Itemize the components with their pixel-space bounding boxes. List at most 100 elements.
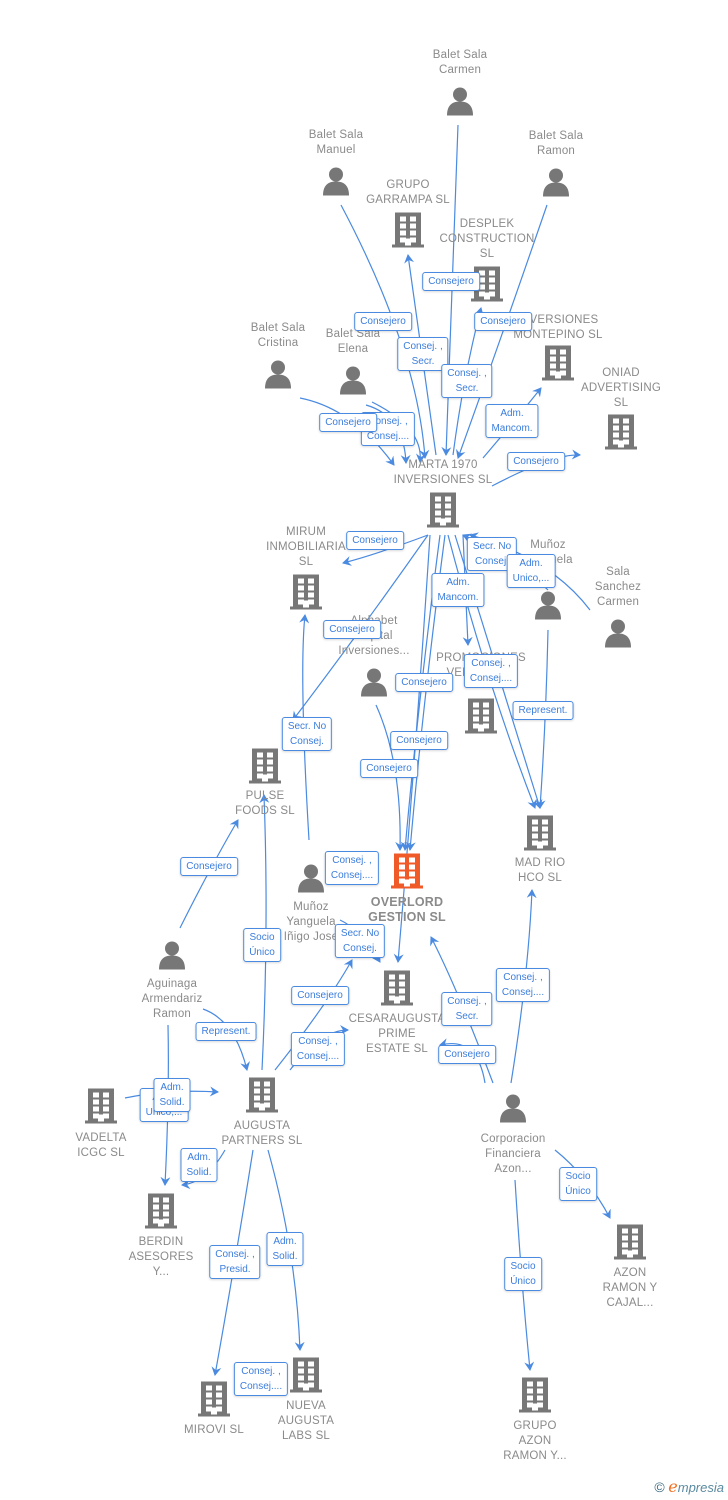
- edge-role-label[interactable]: Consej. , Consej....: [463, 654, 519, 688]
- node-label-balet-sala-cristina[interactable]: Balet Sala Cristina: [251, 321, 305, 351]
- person-icon[interactable]: [321, 166, 351, 201]
- building-icon[interactable]: [524, 814, 556, 857]
- building-icon[interactable]: [605, 413, 637, 456]
- person-icon[interactable]: [359, 667, 389, 702]
- building-icon[interactable]: [249, 747, 281, 790]
- edge-role-label[interactable]: Consej. , Consej....: [324, 851, 380, 885]
- building-icon[interactable]: [391, 852, 423, 895]
- edge-role-label[interactable]: Consej. , Consej....: [233, 1362, 289, 1396]
- node-label-corporacion-financiera-azon[interactable]: Corporacion Financiera Azon...: [481, 1132, 546, 1177]
- node-label-line: MIRUM: [286, 526, 326, 538]
- building-icon[interactable]: [614, 1223, 646, 1266]
- node-label-nueva-augusta-labs-sl[interactable]: NUEVA AUGUSTA LABS SL: [278, 1399, 334, 1444]
- person-icon[interactable]: [338, 365, 368, 400]
- edge-role-text: Consej. ,: [298, 1036, 338, 1047]
- edge-role-label[interactable]: Consejero: [319, 413, 377, 432]
- person-icon[interactable]: [157, 940, 187, 975]
- building-icon[interactable]: [465, 697, 497, 740]
- edge-role-label[interactable]: Consej. , Consej....: [495, 968, 551, 1002]
- node-label-marta-1970-inversiones-sl[interactable]: MARTA 1970 INVERSIONES SL: [394, 458, 493, 488]
- person-icon[interactable]: [533, 590, 563, 625]
- node-label-aguinaga-armendariz-ramon[interactable]: Aguinaga Armendariz Ramon: [142, 977, 203, 1022]
- edge-role-text: Secr. No: [287, 721, 327, 732]
- edge-role-text: Consejero: [428, 276, 474, 287]
- edge-role-label[interactable]: Consejero: [422, 272, 480, 291]
- node-label-balet-sala-ramon[interactable]: Balet Sala Ramon: [529, 129, 583, 159]
- edge-role-label[interactable]: Consejero: [438, 1045, 496, 1064]
- edge-role-label[interactable]: Consejero: [390, 731, 448, 750]
- building-icon[interactable]: [290, 573, 322, 616]
- edge-role-text: Consej. ,: [503, 972, 543, 983]
- building-icon[interactable]: [392, 211, 424, 254]
- node-label-vadelta-icgc-sl[interactable]: VADELTA ICGC SL: [75, 1131, 126, 1161]
- edge-role-label[interactable]: Consejero: [346, 531, 404, 550]
- person-icon[interactable]: [445, 86, 475, 121]
- node-label-balet-sala-carmen[interactable]: Balet Sala Carmen: [433, 48, 487, 78]
- person-icon[interactable]: [498, 1093, 528, 1128]
- node-label-mirum-inmobiliaria-sl[interactable]: MIRUM INMOBILIARIA SL: [266, 525, 346, 570]
- edge-role-text: Secr.: [455, 1011, 479, 1022]
- building-icon[interactable]: [381, 969, 413, 1012]
- edge-role-label[interactable]: Consejero: [291, 986, 349, 1005]
- edge-role-label[interactable]: Secr. No Consej.: [281, 717, 333, 751]
- edge-role-label[interactable]: Socio Único: [559, 1167, 597, 1201]
- edge-role-text: Secr.: [455, 383, 479, 394]
- edge-role-label[interactable]: Consej. , Presid.: [209, 1245, 261, 1279]
- node-label-augusta-partners-sl[interactable]: AUGUSTA PARTNERS SL: [221, 1119, 302, 1149]
- edge-role-label[interactable]: Consej. , Secr.: [441, 364, 493, 398]
- edge-role-label[interactable]: Adm. Mancom.: [485, 404, 539, 438]
- edge-role-label[interactable]: Adm. Mancom.: [431, 573, 485, 607]
- edge-role-label[interactable]: Adm. Solid.: [153, 1078, 191, 1112]
- edge-role-label[interactable]: Adm. Solid.: [180, 1148, 218, 1182]
- edge-role-label[interactable]: Represent.: [512, 701, 574, 720]
- node-label-line: Elena: [337, 343, 369, 355]
- edge-role-label[interactable]: Consejero: [323, 620, 381, 639]
- edge-role-label[interactable]: Consej. , Secr.: [441, 992, 493, 1026]
- building-icon[interactable]: [145, 1192, 177, 1235]
- node-label-line: HCO SL: [517, 872, 563, 884]
- node-label-oniad-advertising-sl[interactable]: ONIAD ADVERTISING SL: [581, 366, 661, 411]
- building-icon[interactable]: [85, 1087, 117, 1130]
- building-icon[interactable]: [427, 491, 459, 534]
- building-icon[interactable]: [542, 344, 574, 387]
- edge-role-label[interactable]: Consejero: [395, 673, 453, 692]
- edge-role-label[interactable]: Consejero: [354, 312, 412, 331]
- edge-role-label[interactable]: Consejero: [474, 312, 532, 331]
- node-label-overlord-gestion-sl[interactable]: OVERLORD GESTION SL: [368, 895, 446, 925]
- building-icon[interactable]: [290, 1356, 322, 1399]
- node-label-azon-ramon-y-cajal[interactable]: AZON RAMON Y CAJAL...: [603, 1266, 658, 1311]
- node-label-grupo-garrampa-sl[interactable]: GRUPO GARRAMPA SL: [366, 178, 450, 208]
- node-label-mad-rio-hco-sl[interactable]: MAD RIO HCO SL: [515, 856, 566, 886]
- node-label-munoz-yanguela-inigo-jose[interactable]: Muñoz Yanguela Iñigo Jose: [284, 900, 338, 945]
- edge-role-label[interactable]: Adm. Unico,...: [506, 554, 556, 588]
- person-icon[interactable]: [603, 618, 633, 653]
- person-icon[interactable]: [296, 863, 326, 898]
- edge-role-label[interactable]: Socio Único: [504, 1257, 542, 1291]
- node-label-grupo-azon-ramon-y[interactable]: GRUPO AZON RAMON Y...: [503, 1419, 567, 1464]
- edge-role-text: Único: [510, 1276, 536, 1287]
- node-label-berdin-asesores-y[interactable]: BERDIN ASESORES Y...: [129, 1235, 194, 1280]
- person-icon[interactable]: [263, 359, 293, 394]
- edge-role-label[interactable]: Represent.: [195, 1022, 257, 1041]
- edge-role-label[interactable]: Socio Único: [243, 928, 281, 962]
- edge-role-label[interactable]: Consej. , Consej....: [290, 1032, 346, 1066]
- node-label-pulse-foods-sl[interactable]: PULSE FOODS SL: [235, 789, 295, 819]
- node-label-balet-sala-elena[interactable]: Balet Sala Elena: [326, 327, 380, 357]
- building-icon[interactable]: [519, 1376, 551, 1419]
- edge-role-label[interactable]: Consejero: [507, 452, 565, 471]
- building-icon[interactable]: [246, 1076, 278, 1119]
- node-label-balet-sala-manuel[interactable]: Balet Sala Manuel: [309, 128, 363, 158]
- node-label-desplek-construction-sl[interactable]: DESPLEK CONSTRUCTION SL: [439, 217, 534, 262]
- building-icon[interactable]: [198, 1380, 230, 1423]
- edge-role-label[interactable]: Consejero: [360, 759, 418, 778]
- edge-role-label[interactable]: Secr. No Consej.: [334, 924, 386, 958]
- node-label-mirovi-sl[interactable]: MIROVI SL: [184, 1423, 244, 1438]
- edge-role-text: Consej....: [296, 1051, 340, 1062]
- node-label-sala-sanchez-carmen[interactable]: Sala Sanchez Carmen: [595, 565, 641, 610]
- node-label-line: Manuel: [316, 144, 356, 156]
- node-label-line: Balet Sala: [432, 49, 488, 61]
- person-icon[interactable]: [541, 167, 571, 202]
- node-label-cesaraugusta-prime-estate-sl[interactable]: CESARAUGUSTA PRIME ESTATE SL: [349, 1012, 446, 1057]
- edge-role-label[interactable]: Adm. Solid.: [266, 1232, 304, 1266]
- edge-role-label[interactable]: Consejero: [180, 857, 238, 876]
